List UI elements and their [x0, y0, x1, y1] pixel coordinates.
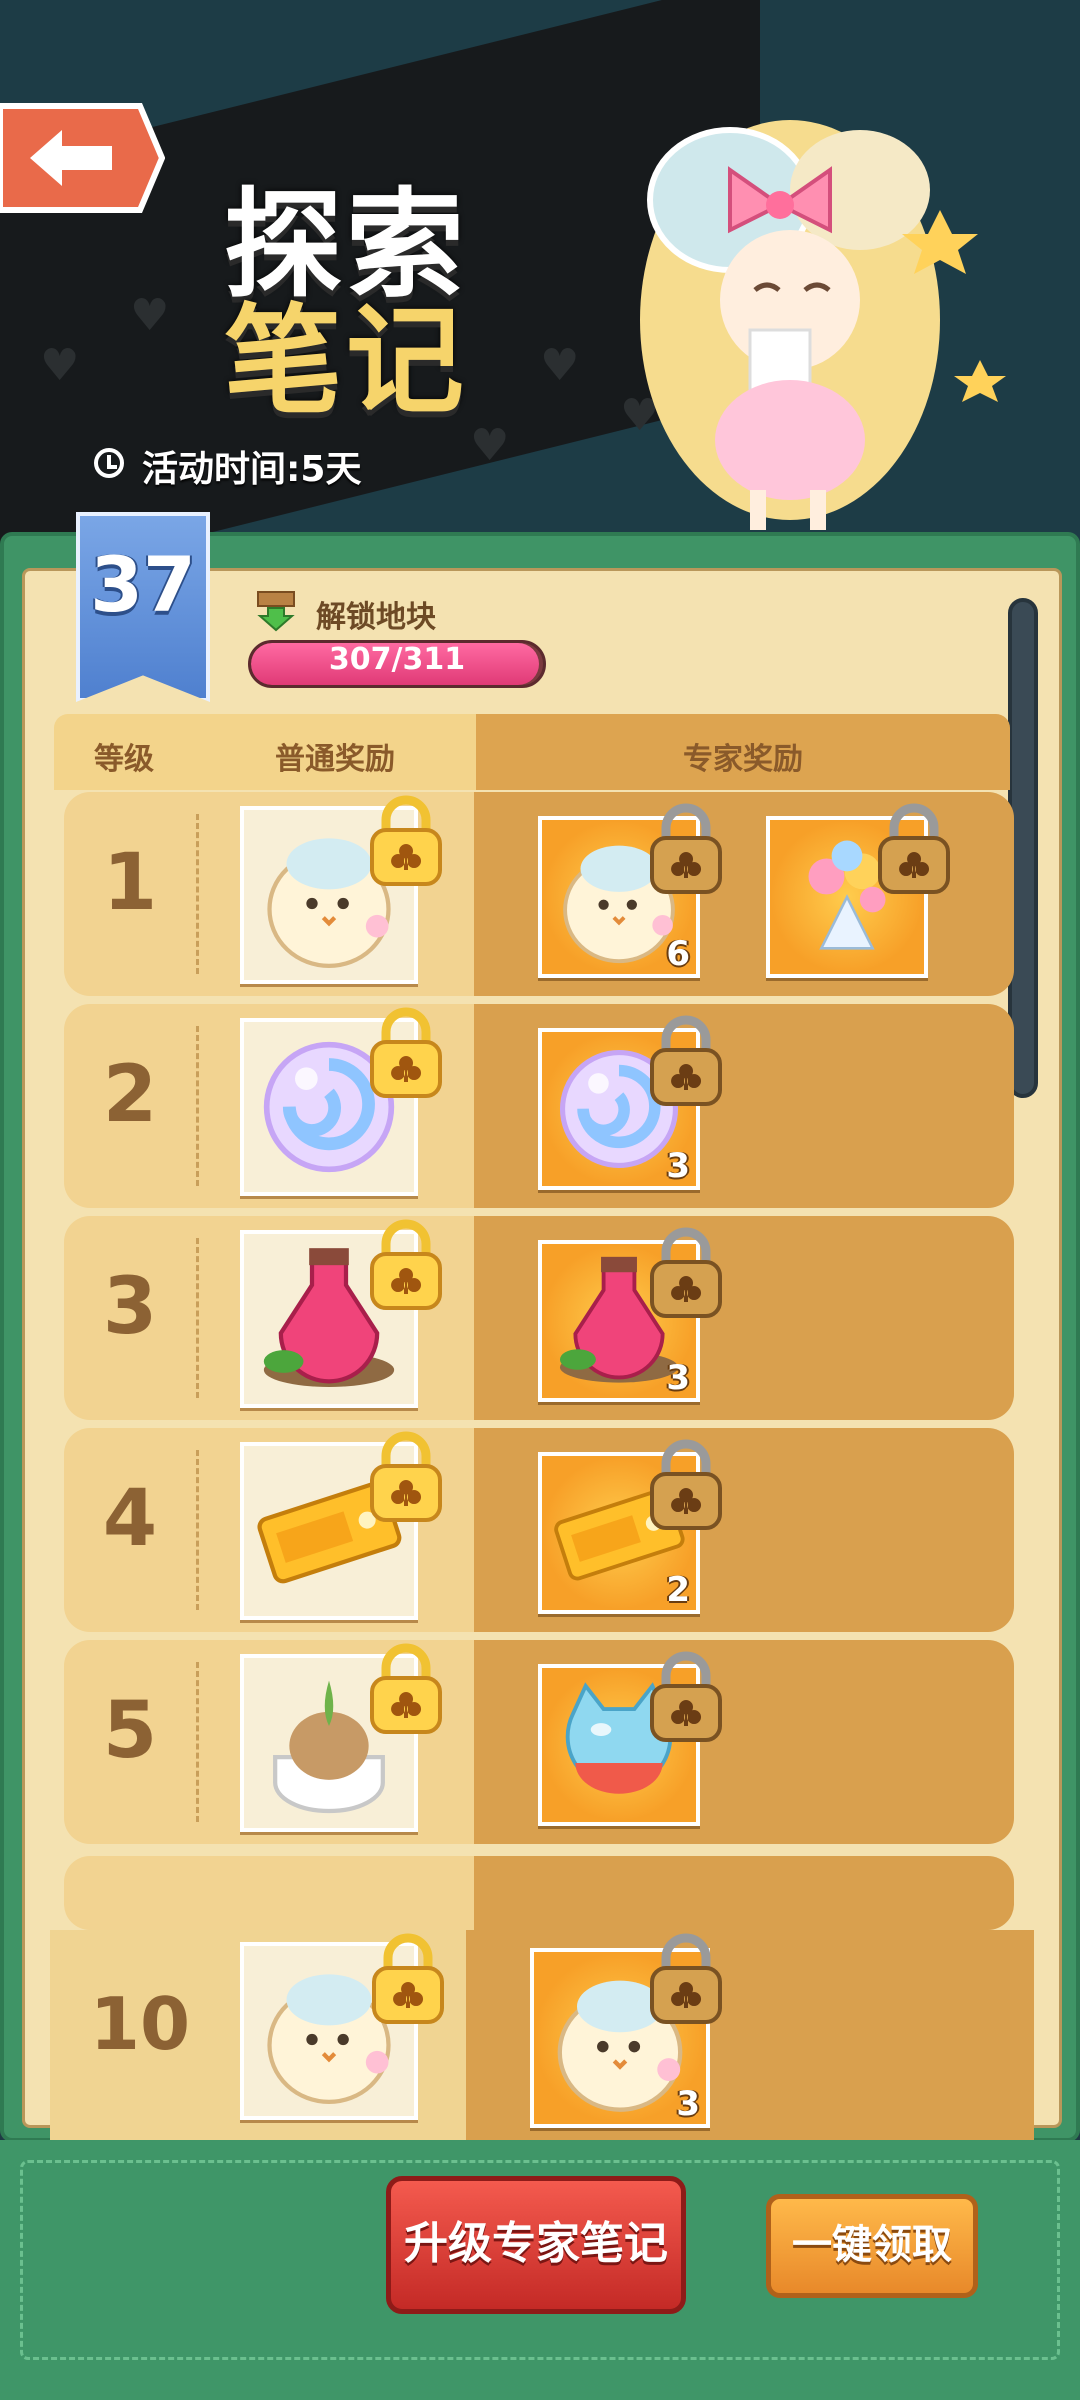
level-number: 37 [90, 540, 196, 629]
reward-row-level-1: 16 [64, 792, 1014, 996]
row-level-number: 1 [102, 838, 158, 928]
back-button[interactable] [0, 100, 165, 216]
pinned-row-level: 10 [89, 1982, 191, 2066]
row-divider [196, 1238, 199, 1398]
reward-row-partial [64, 1856, 1014, 1930]
row-divider [196, 1026, 199, 1186]
col-level-header: 等级 [94, 742, 154, 777]
heart-tile-icon: ♥ [130, 290, 170, 341]
reward-quantity: 3 [666, 1358, 690, 1398]
row-divider [196, 1450, 199, 1610]
activity-time-label: 活动时间:5天 [142, 449, 362, 490]
reward-quantity: 2 [666, 1570, 690, 1610]
row-level-number: 5 [102, 1686, 158, 1776]
expert-lock-icon [644, 1224, 728, 1320]
expert-lock-icon [644, 1648, 728, 1744]
clock-icon [94, 448, 124, 478]
reward-row-level-2: 23 [64, 1004, 1014, 1208]
page-title-line1: 探索 [224, 176, 469, 314]
unlock-progress-text: 307/311 [328, 642, 466, 677]
row-divider [196, 1662, 199, 1822]
row-level-number: 4 [102, 1474, 158, 1564]
heart-tile-icon: ♥ [470, 420, 510, 471]
mascot-girl-illustration [640, 120, 1006, 530]
normal-lock-icon [364, 1640, 448, 1736]
unlock-plot-icon [257, 591, 295, 632]
row-level-number: 3 [102, 1262, 158, 1352]
upgrade-expert-notes-button[interactable]: 升级专家笔记 [386, 2176, 686, 2314]
heart-tile-icon: ♥ [40, 340, 80, 391]
reward-quantity: 6 [666, 934, 690, 974]
normal-lock-icon [366, 1930, 450, 2026]
reward-quantity: 3 [676, 2084, 700, 2124]
row-level-number: 2 [102, 1050, 158, 1140]
normal-lock-icon [364, 792, 448, 888]
expert-lock-icon [644, 1436, 728, 1532]
unlock-plot-label: 解锁地块 [316, 600, 436, 635]
reward-row-level-5: 5 [64, 1640, 1014, 1844]
reward-row-level-3: 33 [64, 1216, 1014, 1420]
col-normal-header: 普通奖励 [275, 742, 395, 777]
page-title-line2: 笔记 [224, 292, 469, 430]
expert-lock-icon [644, 1012, 728, 1108]
normal-lock-icon [364, 1216, 448, 1312]
expert-lock-icon [644, 800, 728, 896]
normal-lock-icon [364, 1428, 448, 1524]
row-divider [196, 814, 199, 974]
reward-row-level-4: 42 [64, 1428, 1014, 1632]
normal-lock-icon [364, 1004, 448, 1100]
col-expert-header: 专家奖励 [683, 742, 803, 777]
expert-lock-icon [644, 1930, 728, 2026]
pinned-level-row: 10 3 [50, 1930, 1034, 2142]
reward-table-header: 等级 普通奖励 专家奖励 [54, 714, 1010, 790]
claim-all-button[interactable]: 一键领取 [766, 2194, 978, 2298]
heart-tile-icon: ♥ [540, 340, 580, 391]
expert-lock-icon [872, 800, 956, 896]
reward-quantity: 3 [666, 1146, 690, 1186]
